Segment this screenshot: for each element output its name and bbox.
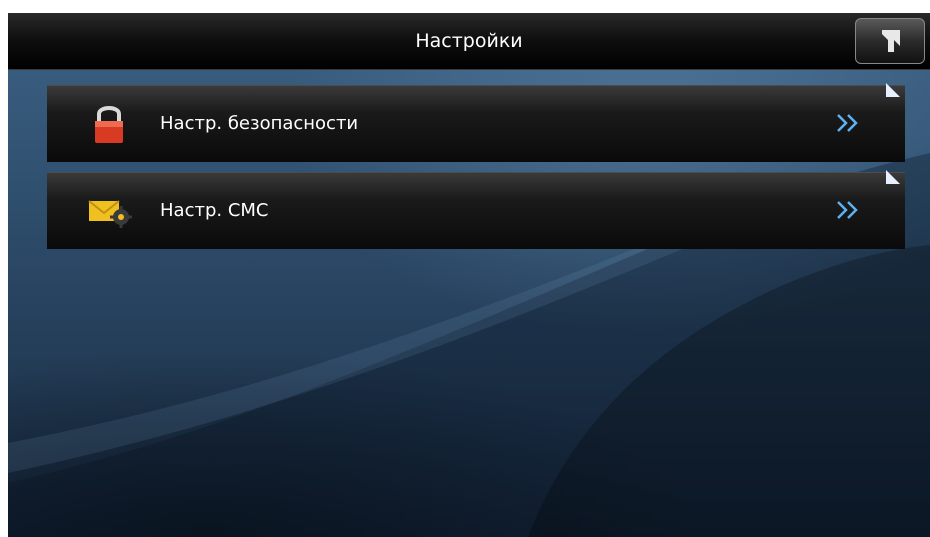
page-title: Настройки [415, 30, 523, 52]
corner-triangle-icon [886, 83, 900, 97]
back-arrow-icon [882, 30, 900, 52]
menu-item-security-settings[interactable]: Настр. безопасности [47, 85, 905, 162]
menu-item-label: Настр. безопасности [160, 113, 359, 134]
double-chevron-right-icon [837, 114, 858, 132]
back-button[interactable] [855, 18, 925, 64]
title-bar: Настройки [8, 13, 930, 70]
corner-triangle-icon [886, 170, 900, 184]
lock-icon [95, 106, 123, 143]
double-chevron-right-icon [837, 201, 858, 219]
menu-item-label: Настр. СМС [160, 200, 269, 221]
settings-screen: Настройки Настр. безопасности Настр. СМС [8, 13, 930, 537]
menu-item-sms-settings[interactable]: Настр. СМС [47, 172, 905, 249]
sms-settings-icon [88, 200, 132, 228]
